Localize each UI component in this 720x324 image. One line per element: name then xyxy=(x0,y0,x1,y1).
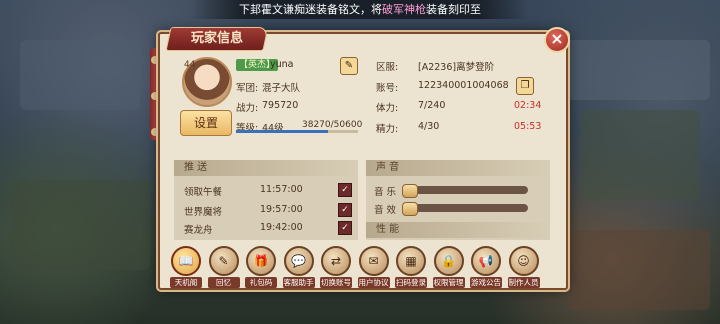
push-row-time: 19:42:00 xyxy=(260,222,303,233)
push-checkbox[interactable]: ✓ xyxy=(338,183,352,197)
stamina-timer: 02:34 xyxy=(514,100,542,111)
copy-account-icon[interactable]: ❐ xyxy=(516,77,534,95)
exp-value: 38270/50600 xyxy=(302,120,363,130)
announce-icon: 📢 xyxy=(471,246,501,276)
push-row-time: 11:57:00 xyxy=(260,184,303,195)
function-button-label: 扫码登录 xyxy=(395,277,427,288)
music-slider-handle[interactable] xyxy=(402,184,418,198)
push-row: 赛龙舟 19:42:00 ✓ xyxy=(174,220,358,236)
push-section-title: 推 送 xyxy=(174,160,358,176)
function-button-9[interactable]: 📢 游戏公告 xyxy=(470,246,502,288)
close-button[interactable]: × xyxy=(544,27,570,53)
switch-icon: ⇄ xyxy=(321,246,351,276)
function-button-7[interactable]: ▦ 扫码登录 xyxy=(395,246,427,288)
function-button-5[interactable]: ⇄ 切换账号 xyxy=(320,246,352,288)
push-row: 领取午餐 11:57:00 ✓ xyxy=(174,182,358,198)
team-icon: ☺ xyxy=(508,246,539,276)
settings-button[interactable]: 设置 xyxy=(180,110,232,136)
function-button-label: 游戏公告 xyxy=(470,277,502,288)
stamina-label: 体力: xyxy=(376,103,399,114)
sound-section-title: 声 音 xyxy=(366,160,550,176)
panel-title-tab: 玩家信息 xyxy=(165,27,269,51)
energy-timer: 05:53 xyxy=(514,121,542,132)
function-button-3[interactable]: 🎁 礼包码 xyxy=(245,246,277,288)
gift-icon: 🎁 xyxy=(246,246,276,276)
energy-value: 4/30 xyxy=(418,121,440,132)
function-button-label: 切换账号 xyxy=(320,277,352,288)
function-button-label: 用户协议 xyxy=(357,277,390,288)
push-row-time: 19:57:00 xyxy=(260,204,303,215)
player-name: yuna xyxy=(270,59,294,70)
lock-icon: 🔒 xyxy=(433,246,464,276)
exp-progress-bar xyxy=(236,130,358,133)
function-button-label: 礼包码 xyxy=(245,277,277,288)
push-row-label: 赛龙舟 xyxy=(184,225,213,236)
push-checkbox[interactable]: ✓ xyxy=(338,203,352,217)
function-button-label: 权限管理 xyxy=(432,277,465,288)
book-icon: 📖 xyxy=(171,246,201,276)
effect-label: 音 效 xyxy=(374,205,397,216)
agreement-icon: ✉ xyxy=(358,246,389,276)
exp-progress-fill xyxy=(236,130,329,133)
function-button-6[interactable]: ✉ 用户协议 xyxy=(357,246,390,288)
feather-icon: ✎ xyxy=(208,246,239,276)
function-button-label: 天机阁 xyxy=(170,277,202,288)
push-row-label: 世界魔将 xyxy=(184,207,223,218)
qr-icon: ▦ xyxy=(396,246,426,276)
function-button-10[interactable]: ☺ 制作人员 xyxy=(507,246,540,288)
performance-section-title: 性 能 xyxy=(366,222,550,238)
music-label: 音 乐 xyxy=(374,187,397,198)
legion-label: 军团: xyxy=(236,83,259,94)
power-label: 战力: xyxy=(236,103,259,114)
server-label: 区服: xyxy=(376,62,399,73)
server-value: [A2236]离梦登阶 xyxy=(418,62,495,73)
account-value: 122340001004068 xyxy=(418,80,509,91)
stamina-value: 7/240 xyxy=(418,100,446,111)
push-section: 推 送 领取午餐 11:57:00 ✓ 世界魔将 19:57:00 ✓ 赛龙舟 … xyxy=(174,160,358,240)
push-row: 世界魔将 19:57:00 ✓ xyxy=(174,202,358,218)
push-row-label: 领取午餐 xyxy=(184,187,223,198)
edit-name-icon[interactable]: ✎ xyxy=(340,57,358,75)
push-checkbox[interactable]: ✓ xyxy=(338,221,352,235)
effect-slider-handle[interactable] xyxy=(402,202,418,216)
scrolling-announcement: 下邽霍文谦痴迷装备铭文，将破军神枪装备刻印至 xyxy=(190,0,530,19)
function-button-label: 客服助手 xyxy=(282,277,315,288)
effect-volume-slider[interactable] xyxy=(402,202,528,216)
sound-section: 声 音 音 乐 音 效 性 能 xyxy=(366,160,550,240)
function-button-8[interactable]: 🔒 权限管理 xyxy=(432,246,465,288)
avatar-level-badge: 44 xyxy=(184,60,196,70)
music-volume-slider[interactable] xyxy=(402,184,528,198)
chat-icon: 💬 xyxy=(283,246,314,276)
function-button-label: 回忆 xyxy=(207,277,240,288)
function-button-1[interactable]: 📖 天机阁 xyxy=(170,246,202,288)
energy-label: 精力: xyxy=(376,124,399,135)
legion-value: 混子大队 xyxy=(262,83,301,94)
function-button-2[interactable]: ✎ 回忆 xyxy=(207,246,240,288)
function-button-4[interactable]: 💬 客服助手 xyxy=(282,246,315,288)
function-button-label: 制作人员 xyxy=(507,277,540,288)
account-label: 账号: xyxy=(376,83,399,94)
power-value: 795720 xyxy=(262,100,299,111)
